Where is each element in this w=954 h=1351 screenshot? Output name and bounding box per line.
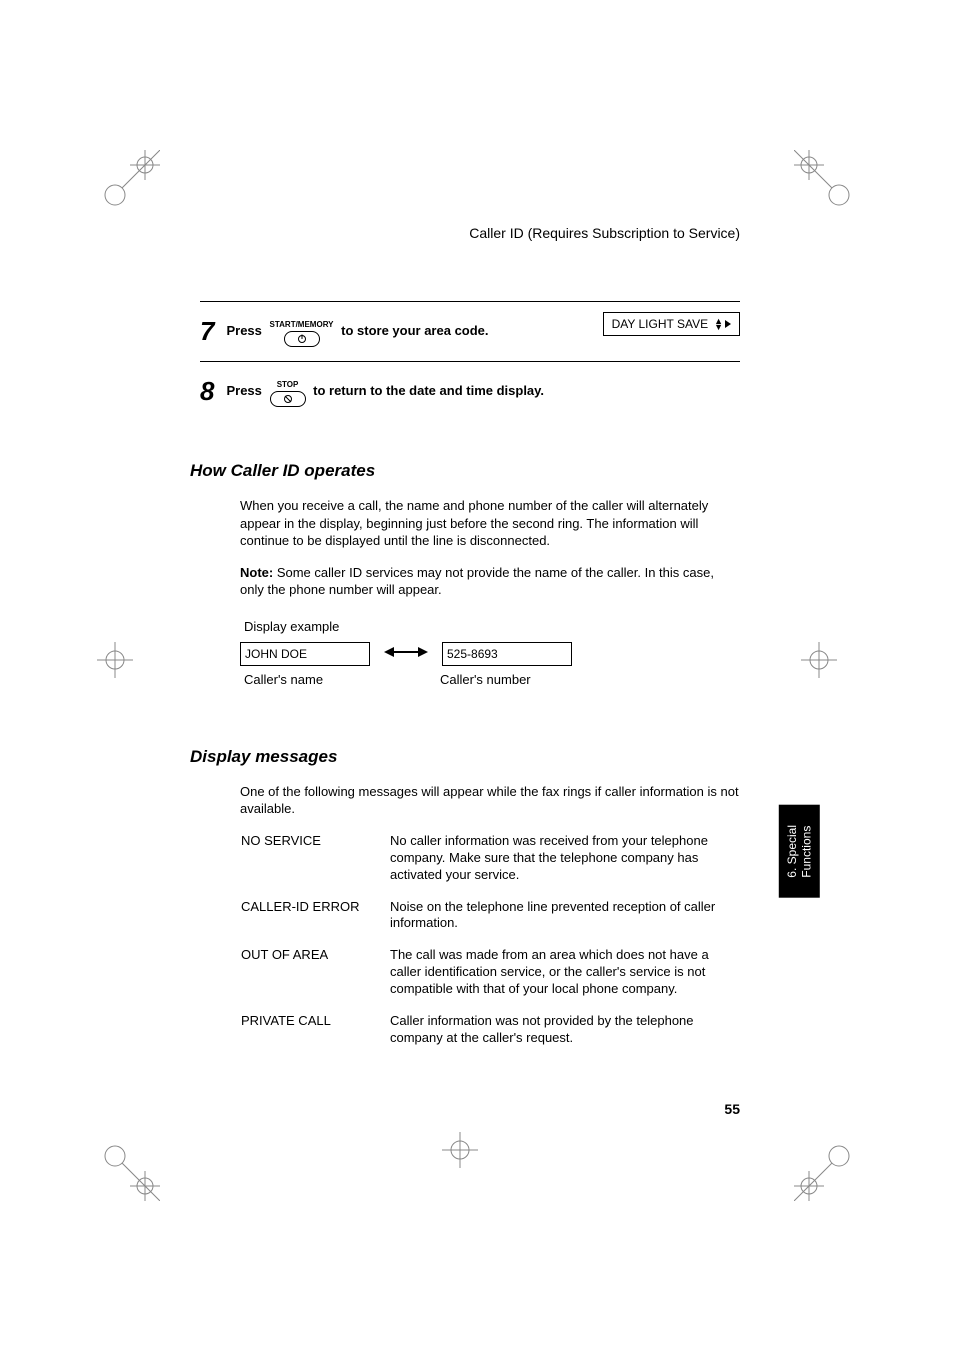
stop-button-graphic: STOP <box>270 376 306 407</box>
display-messages-intro: One of the following messages will appea… <box>240 783 740 818</box>
msg-desc: Noise on the telephone line prevented re… <box>389 898 740 947</box>
stop-label: STOP <box>277 380 299 389</box>
step-8: 8 Press STOP to return to the date and t… <box>200 361 740 421</box>
table-row: NO SERVICE No caller information was rec… <box>240 832 740 898</box>
msg-desc: No caller information was received from … <box>389 832 740 898</box>
step-7: 7 Press START/MEMORY to store your area … <box>200 301 740 361</box>
step8-post: to return to the date and time display. <box>313 383 544 398</box>
step8-text: Press STOP to return to the date and tim… <box>226 376 544 407</box>
oval-icon <box>284 331 320 347</box>
caller-id-description: When you receive a call, the name and ph… <box>240 497 740 550</box>
lcd-text: DAY LIGHT SAVE <box>612 317 708 331</box>
crop-mark-icon <box>440 1130 480 1170</box>
crop-mark-icon <box>794 150 854 210</box>
step8-pre: Press <box>226 383 265 398</box>
msg-desc: Caller information was not provided by t… <box>389 1012 740 1061</box>
crop-mark-icon <box>100 1141 160 1201</box>
chapter-tab: 6. Special Functions <box>779 805 820 898</box>
crop-mark-icon <box>799 640 839 680</box>
start-memory-button-graphic: START/MEMORY <box>270 316 334 347</box>
table-row: PRIVATE CALL Caller information was not … <box>240 1012 740 1061</box>
caller-id-note: Note: Some caller ID services may not pr… <box>240 564 740 599</box>
display-example-label: Display example <box>244 619 740 634</box>
msg-label: PRIVATE CALL <box>240 1012 389 1061</box>
crop-mark-icon <box>100 150 160 210</box>
step-number-7: 7 <box>200 316 214 347</box>
table-row: OUT OF AREA The call was made from an ar… <box>240 946 740 1012</box>
page-number: 55 <box>200 1101 740 1117</box>
step7-pre: Press <box>226 323 265 338</box>
page-header: Caller ID (Requires Subscription to Serv… <box>200 225 740 241</box>
msg-label: NO SERVICE <box>240 832 389 898</box>
caption-callers-number: Caller's number <box>440 672 531 687</box>
note-label: Note: <box>240 565 273 580</box>
bidirectional-arrow-icon <box>384 645 428 663</box>
display-example-row: JOHN DOE 525-8693 <box>240 642 740 666</box>
right-triangle-icon <box>725 320 731 328</box>
msg-desc: The call was made from an area which doe… <box>389 946 740 1012</box>
display-messages-table: NO SERVICE No caller information was rec… <box>240 832 740 1061</box>
table-row: CALLER-ID ERROR Noise on the telephone l… <box>240 898 740 947</box>
step7-post: to store your area code. <box>341 323 488 338</box>
crop-mark-icon <box>95 640 135 680</box>
caption-callers-name: Caller's name <box>244 672 404 687</box>
example-number-box: 525-8693 <box>442 642 572 666</box>
oval-icon <box>270 391 306 407</box>
up-down-arrow-icon: ▲▼ <box>714 318 723 331</box>
msg-label: CALLER-ID ERROR <box>240 898 389 947</box>
heading-display-messages: Display messages <box>190 747 740 767</box>
heading-how-caller-id-operates: How Caller ID operates <box>190 461 740 481</box>
crop-mark-icon <box>794 1141 854 1201</box>
step-number-8: 8 <box>200 376 214 407</box>
step7-text: Press START/MEMORY to store your area co… <box>226 316 488 347</box>
lcd-display-step7: DAY LIGHT SAVE ▲▼ <box>603 312 740 336</box>
note-text: Some caller ID services may not provide … <box>240 565 714 598</box>
start-memory-label: START/MEMORY <box>270 320 334 329</box>
example-captions: Caller's name Caller's number <box>240 672 740 687</box>
msg-label: OUT OF AREA <box>240 946 389 1012</box>
example-name-box: JOHN DOE <box>240 642 370 666</box>
